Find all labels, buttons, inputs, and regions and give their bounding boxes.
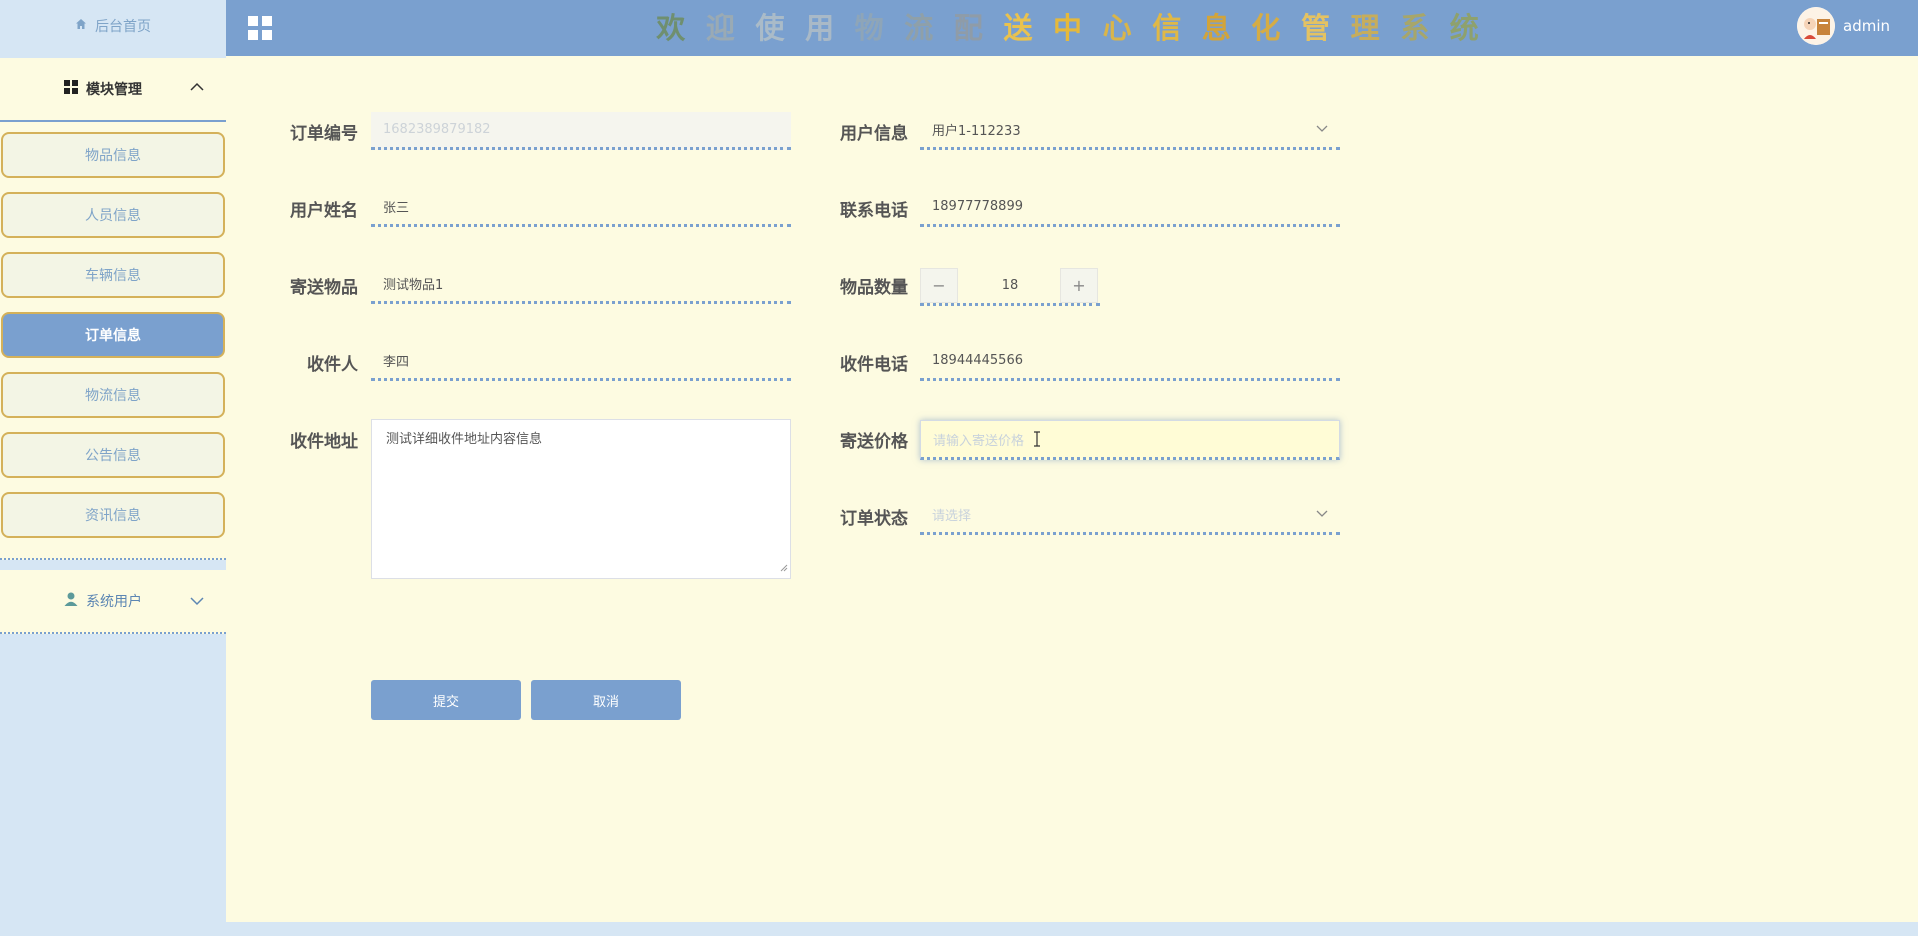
receiver-label: 收件人	[307, 355, 358, 375]
title-char: 理	[1350, 11, 1380, 45]
grid-icon	[64, 80, 78, 98]
address-label: 收件地址	[290, 432, 358, 452]
title-char: 流	[904, 11, 934, 45]
decrement-button[interactable]: −	[920, 268, 958, 303]
receiver-input[interactable]: 李四	[371, 343, 791, 381]
quantity-value[interactable]: 18	[960, 268, 1060, 303]
title-char: 系	[1400, 11, 1430, 45]
title-char: 息	[1201, 11, 1231, 45]
sidebar-item-home[interactable]: 后台首页	[0, 0, 226, 52]
sidebar-group-label: 模块管理	[86, 82, 142, 98]
status-select[interactable]: 请选择	[920, 497, 1340, 535]
increment-button[interactable]: +	[1060, 268, 1098, 303]
phone-label: 联系电话	[840, 201, 908, 221]
title-char: 心	[1102, 11, 1132, 45]
user-name-value: 张三	[383, 201, 410, 216]
bottom-bar	[226, 922, 1918, 936]
top-header: 欢迎使用物流配送中心信息化管理系统 admin	[226, 0, 1918, 56]
sidebar-group-label: 系统用户	[86, 594, 142, 610]
username: admin	[1843, 17, 1890, 35]
status-placeholder: 请选择	[932, 509, 972, 524]
receiver-phone-label: 收件电话	[840, 355, 908, 375]
cancel-button[interactable]: 取消	[531, 680, 681, 720]
user-icon	[64, 592, 78, 610]
title-char: 中	[1053, 11, 1083, 45]
user-info-value: 用户1-112233	[932, 124, 1021, 139]
sidebar-item-label: 公告信息	[85, 448, 141, 464]
phone-input[interactable]: 18977778899	[920, 189, 1340, 227]
sidebar-item-goods[interactable]: 物品信息	[1, 132, 225, 178]
sidebar-menu: 物品信息 人员信息 车辆信息 订单信息 物流信息 公告信息 资讯信息	[0, 122, 226, 560]
receiver-phone-input[interactable]: 18944445566	[920, 343, 1340, 381]
submit-button[interactable]: 提交	[371, 680, 521, 720]
sidebar-item-logistics[interactable]: 物流信息	[1, 372, 225, 418]
user-name-input[interactable]: 张三	[371, 189, 791, 227]
title-char: 管	[1301, 11, 1331, 45]
chevron-down-icon	[190, 594, 204, 610]
sidebar-item-label: 资讯信息	[85, 508, 141, 524]
chevron-up-icon	[190, 80, 204, 96]
user-info-label: 用户信息	[840, 124, 908, 144]
title-char: 用	[805, 11, 835, 45]
title-char: 使	[755, 11, 785, 45]
quantity-label: 物品数量	[840, 278, 908, 298]
sidebar-item-label: 订单信息	[85, 328, 141, 344]
user-menu[interactable]: admin	[1797, 7, 1890, 45]
order-form: 订单编号 1682389879182 用户信息 用户1-112233 用户姓名 …	[226, 56, 1918, 922]
sidebar-group-system-users[interactable]: 系统用户	[0, 570, 226, 634]
order-no-field: 1682389879182	[371, 112, 791, 150]
sidebar-item-label: 物品信息	[85, 148, 141, 164]
user-name-label: 用户姓名	[290, 201, 358, 221]
menu-toggle-icon[interactable]	[248, 16, 272, 40]
item-value: 测试物品1	[383, 278, 444, 293]
sidebar-item-news[interactable]: 资讯信息	[1, 492, 225, 538]
chevron-down-icon	[1316, 507, 1328, 522]
quantity-stepper[interactable]: − 18 +	[920, 268, 1100, 306]
price-label: 寄送价格	[840, 432, 908, 452]
sidebar-item-vehicles[interactable]: 车辆信息	[1, 252, 225, 298]
sidebar-group-modules[interactable]: 模块管理	[0, 58, 226, 122]
order-no-value: 1682389879182	[383, 122, 491, 137]
sidebar-item-personnel[interactable]: 人员信息	[1, 192, 225, 238]
sidebar-item-label: 物流信息	[85, 388, 141, 404]
address-value: 测试详细收件地址内容信息	[386, 432, 543, 447]
text-cursor-icon	[1033, 431, 1041, 451]
title-char: 迎	[705, 11, 735, 45]
app-title: 欢迎使用物流配送中心信息化管理系统	[646, 6, 1489, 50]
sidebar-item-label: 人员信息	[85, 208, 141, 224]
title-char: 统	[1449, 11, 1479, 45]
sidebar-item-orders[interactable]: 订单信息	[1, 312, 225, 358]
status-label: 订单状态	[840, 509, 908, 529]
order-no-label: 订单编号	[290, 124, 358, 144]
title-char: 物	[854, 11, 884, 45]
title-char: 送	[1003, 11, 1033, 45]
address-textarea[interactable]: 测试详细收件地址内容信息	[371, 419, 791, 579]
chevron-down-icon	[1316, 122, 1328, 137]
phone-value: 18977778899	[932, 199, 1023, 214]
item-input[interactable]: 测试物品1	[371, 266, 791, 304]
receiver-value: 李四	[383, 355, 410, 370]
title-char: 信	[1152, 11, 1182, 45]
price-placeholder: 请输入寄送价格	[933, 433, 1025, 449]
resize-handle-icon[interactable]	[780, 561, 788, 576]
title-char: 欢	[656, 11, 686, 45]
sidebar-home-label: 后台首页	[95, 19, 151, 35]
title-char: 化	[1251, 11, 1281, 45]
item-label: 寄送物品	[290, 278, 358, 298]
sidebar-item-notices[interactable]: 公告信息	[1, 432, 225, 478]
avatar	[1797, 7, 1835, 45]
sidebar: 后台首页 模块管理 物品信息 人员信息 车辆信息 订单信息 物流信息 公告信息 …	[0, 0, 226, 936]
sidebar-item-label: 车辆信息	[85, 268, 141, 284]
price-input[interactable]: 请输入寄送价格	[920, 420, 1340, 460]
user-info-select[interactable]: 用户1-112233	[920, 112, 1340, 150]
home-icon	[75, 18, 87, 34]
receiver-phone-value: 18944445566	[932, 353, 1023, 368]
title-char: 配	[953, 11, 983, 45]
